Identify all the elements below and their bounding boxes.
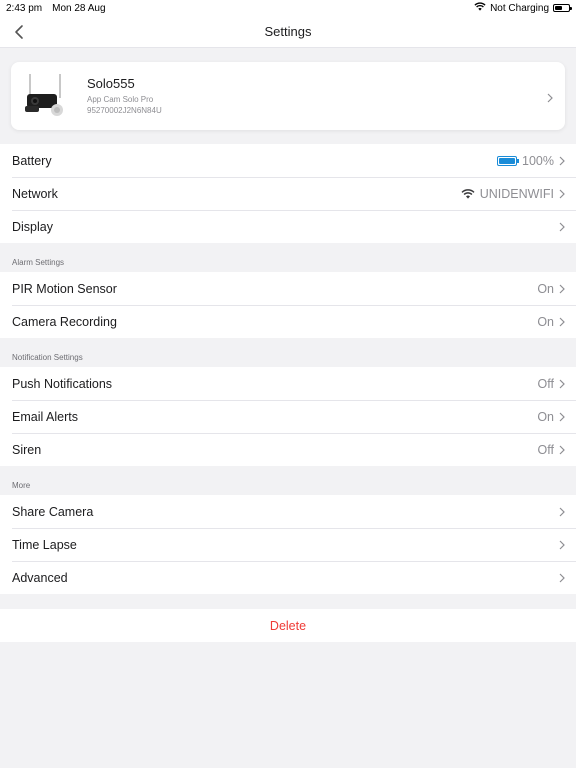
chevron-right-icon (559, 507, 565, 516)
charging-status: Not Charging (490, 2, 549, 14)
navigation-bar: Settings (0, 16, 576, 48)
alarm-settings-group: PIR Motion Sensor On Camera Recording On (0, 272, 576, 338)
siren-label: Siren (12, 442, 42, 457)
chevron-right-icon (559, 156, 565, 165)
chevron-right-icon (547, 90, 553, 108)
timelapse-label: Time Lapse (12, 537, 77, 552)
battery-icon (497, 155, 520, 166)
camera-image (25, 74, 63, 116)
network-value: UNIDENWIFI (479, 186, 554, 201)
advanced-row[interactable]: Advanced (0, 561, 576, 594)
network-row[interactable]: Network UNIDENWIFI (0, 177, 576, 210)
email-label: Email Alerts (12, 409, 78, 424)
status-date: Mon 28 Aug (52, 2, 106, 14)
wifi-icon (461, 188, 475, 199)
chevron-right-icon (559, 540, 565, 549)
share-label: Share Camera (12, 504, 94, 519)
device-name: Solo555 (87, 76, 135, 91)
pir-label: PIR Motion Sensor (12, 281, 117, 296)
chevron-left-icon (15, 25, 23, 39)
delete-button[interactable]: Delete (0, 609, 576, 642)
device-model: App Cam Solo Pro (87, 95, 154, 104)
back-button[interactable] (10, 23, 28, 41)
email-alerts-row[interactable]: Email Alerts On (0, 400, 576, 433)
chevron-right-icon (559, 573, 565, 582)
chevron-right-icon (559, 317, 565, 326)
display-label: Display (12, 219, 53, 234)
general-settings-group: Battery 100% Network UNIDENWIFI Display (0, 144, 576, 243)
more-header: More (12, 481, 31, 490)
notification-settings-group: Push Notifications Off Email Alerts On S… (0, 367, 576, 466)
network-label: Network (12, 186, 58, 201)
delete-label: Delete (269, 618, 307, 633)
share-camera-row[interactable]: Share Camera (0, 495, 576, 528)
chevron-right-icon (559, 412, 565, 421)
chevron-right-icon (559, 189, 565, 198)
wifi-icon (474, 2, 486, 14)
battery-value: 100% (522, 153, 554, 168)
more-group: Share Camera Time Lapse Advanced (0, 495, 576, 594)
battery-row[interactable]: Battery 100% (0, 144, 576, 177)
battery-status-icon (553, 4, 572, 12)
chevron-right-icon (559, 379, 565, 388)
chevron-right-icon (559, 222, 565, 231)
chevron-right-icon (559, 284, 565, 293)
display-row[interactable]: Display (0, 210, 576, 243)
recording-value: On (537, 314, 554, 329)
status-time: 2:43 pm (6, 2, 43, 14)
device-serial: 95270002J2N6N84U (87, 106, 162, 115)
camera-recording-row[interactable]: Camera Recording On (0, 305, 576, 338)
chevron-right-icon (559, 445, 565, 454)
recording-label: Camera Recording (12, 314, 117, 329)
pir-motion-sensor-row[interactable]: PIR Motion Sensor On (0, 272, 576, 305)
device-card[interactable]: Solo555 App Cam Solo Pro 95270002J2N6N84… (11, 62, 565, 130)
status-bar: 2:43 pm Mon 28 Aug Not Charging (0, 0, 576, 16)
pir-value: On (537, 281, 554, 296)
email-value: On (537, 409, 554, 424)
push-value: Off (537, 376, 554, 391)
alarm-settings-header: Alarm Settings (12, 258, 65, 267)
page-title: Settings (264, 24, 312, 39)
notification-settings-header: Notification Settings (12, 353, 83, 362)
battery-label: Battery (12, 153, 52, 168)
push-notifications-row[interactable]: Push Notifications Off (0, 367, 576, 400)
advanced-label: Advanced (12, 570, 68, 585)
siren-value: Off (537, 442, 554, 457)
siren-row[interactable]: Siren Off (0, 433, 576, 466)
push-label: Push Notifications (12, 376, 113, 391)
time-lapse-row[interactable]: Time Lapse (0, 528, 576, 561)
